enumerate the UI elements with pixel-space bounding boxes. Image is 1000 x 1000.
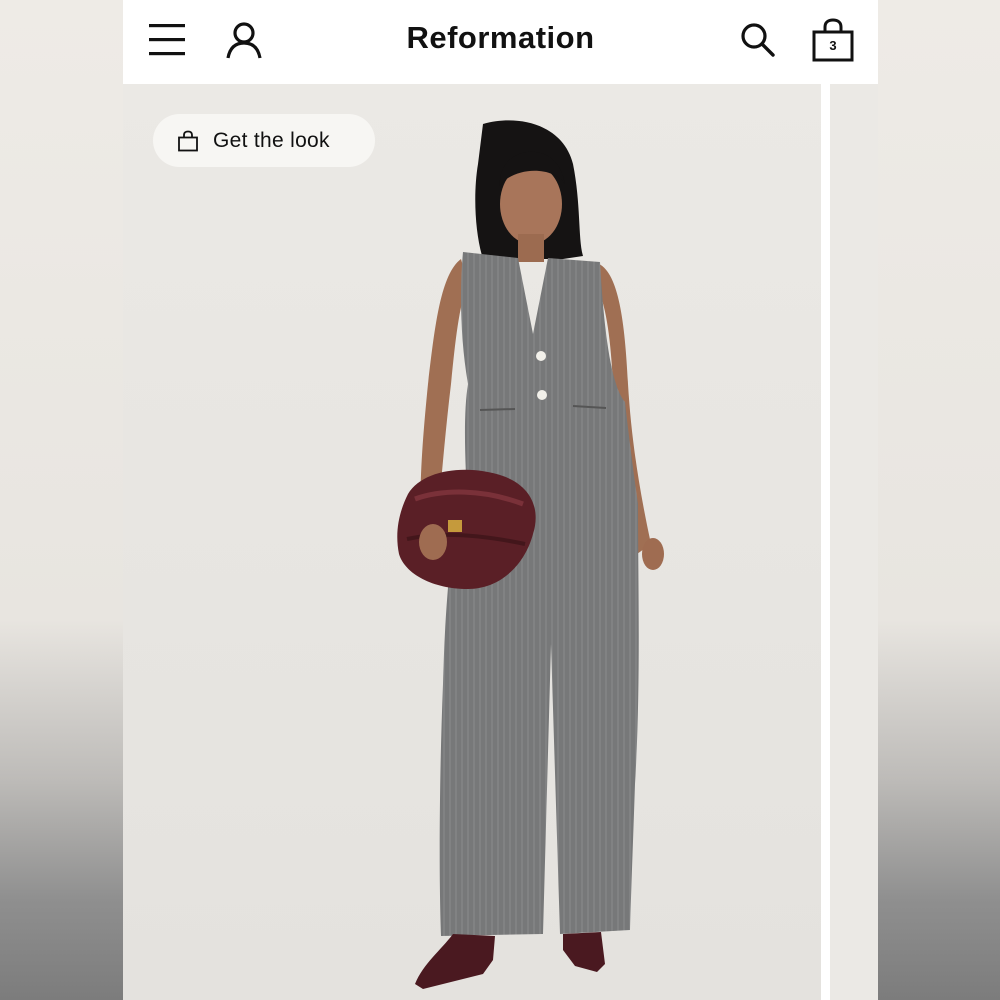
next-product-image-peek[interactable] bbox=[830, 84, 878, 1000]
product-image-carousel[interactable]: Get the look bbox=[123, 84, 878, 1000]
get-the-look-button[interactable]: Get the look bbox=[153, 114, 375, 167]
right-backdrop bbox=[878, 0, 1000, 1000]
menu-icon bbox=[149, 24, 185, 56]
shopping-bag-button[interactable]: 3 bbox=[809, 16, 857, 64]
get-the-look-label: Get the look bbox=[213, 128, 330, 152]
search-button[interactable] bbox=[737, 20, 779, 60]
shopping-bag-icon bbox=[178, 130, 198, 151]
search-icon bbox=[741, 23, 775, 57]
model-photo bbox=[123, 84, 821, 1000]
top-nav-bar: Reformation 3 bbox=[123, 0, 878, 84]
bag-count-badge: 3 bbox=[829, 38, 837, 53]
account-button[interactable] bbox=[223, 20, 265, 60]
menu-button[interactable] bbox=[145, 20, 189, 60]
account-icon bbox=[226, 22, 262, 59]
app-screen: Reformation 3 Get the look bbox=[123, 0, 878, 1000]
left-backdrop bbox=[0, 0, 123, 1000]
product-image[interactable]: Get the look bbox=[123, 84, 821, 1000]
